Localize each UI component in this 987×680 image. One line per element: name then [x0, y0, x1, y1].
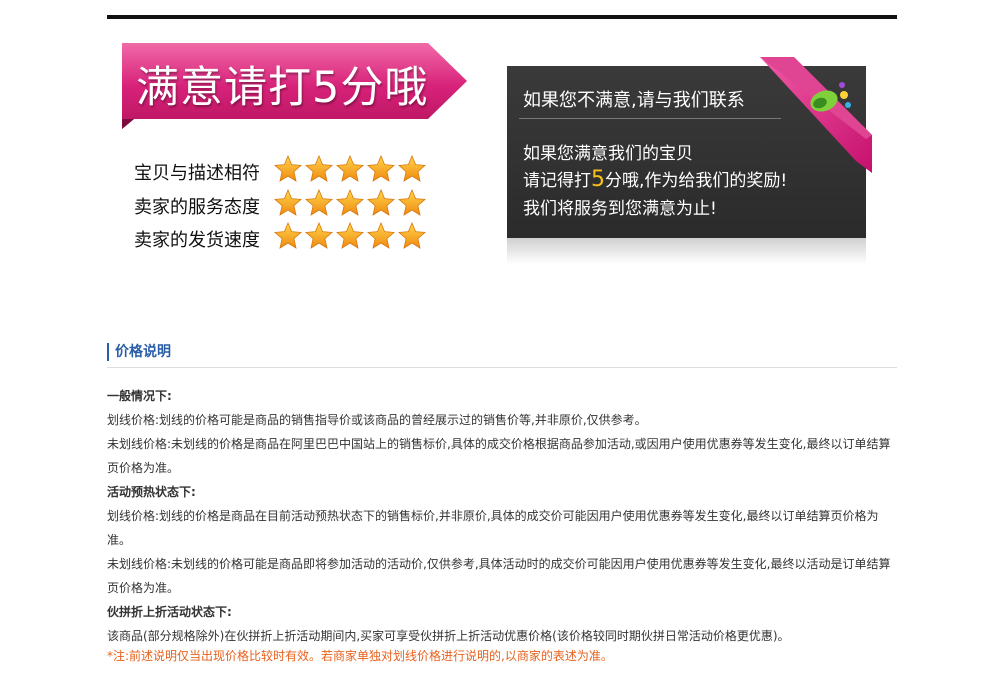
- star-icon: [336, 154, 364, 183]
- rating-banner: 满意请打5分哦: [122, 43, 467, 129]
- star-icon: [398, 154, 426, 183]
- panel-divider: [519, 118, 781, 119]
- paragraph-preheat-strikethrough: 划线价格:划线的价格是商品在目前活动预热状态下的销售标价,并非原价,具体的成交价…: [107, 509, 879, 547]
- highlight-number: 5: [591, 167, 605, 192]
- heading-group-buy: 伙拼折上折活动状态下:: [107, 605, 232, 619]
- panel-line-3: 我们将服务到您满意为止!: [523, 199, 717, 219]
- star-icon: [305, 154, 333, 183]
- panel-line-2-pre: 请记得打: [523, 171, 591, 191]
- star-icon: [336, 221, 364, 250]
- paragraph-group-buy: 该商品(部分规格除外)在伙拼折上折活动期间内,买家可享受伙拼折上折活动优惠价格(…: [107, 629, 790, 643]
- panel-reflection: [507, 238, 866, 264]
- star-icon: [274, 221, 302, 250]
- heading-preheat: 活动预热状态下:: [107, 485, 196, 499]
- star-icon: [274, 188, 302, 217]
- banner-title: 满意请打5分哦: [136, 63, 429, 113]
- panel-line-2: 请记得打5分哦,作为给我们的奖励!: [523, 166, 787, 192]
- star-rating: [274, 221, 429, 254]
- top-divider: [107, 15, 897, 19]
- section-divider: [107, 367, 897, 368]
- star-icon: [367, 154, 395, 183]
- rating-label: 卖家的发货速度: [134, 230, 260, 251]
- star-icon: [305, 188, 333, 217]
- paragraph-regular-price: 未划线价格:未划线的价格是商品在阿里巴巴中国站上的销售标价,具体的成交价格根据商…: [107, 437, 891, 475]
- heading-general: 一般情况下:: [107, 389, 172, 403]
- paragraph-strikethrough-price: 划线价格:划线的价格可能是商品的销售指导价或该商品的曾经展示过的销售价等,并非原…: [107, 413, 647, 427]
- star-icon: [398, 188, 426, 217]
- rating-label: 宝贝与描述相符: [134, 163, 260, 184]
- star-icon: [367, 221, 395, 250]
- star-icon: [336, 188, 364, 217]
- star-rating: [274, 154, 429, 187]
- note-text: *注:前述说明仅当出现价格比较时有效。若商家单独对划线价格进行说明的,以商家的表…: [107, 649, 613, 663]
- section-title: 价格说明: [107, 343, 171, 361]
- panel-line-1: 如果您满意我们的宝贝: [523, 144, 693, 164]
- panel-title: 如果您不满意,请与我们联系: [523, 90, 745, 111]
- star-icon: [367, 188, 395, 217]
- paragraph-preheat-regular: 未划线价格:未划线的价格可能是商品即将参加活动的活动价,仅供参考,具体活动时的成…: [107, 557, 891, 595]
- star-rating: [274, 188, 429, 221]
- rating-label: 卖家的服务态度: [134, 197, 260, 218]
- star-icon: [305, 221, 333, 250]
- star-icon: [398, 221, 426, 250]
- corner-ribbon-icon: [760, 57, 872, 173]
- star-icon: [274, 154, 302, 183]
